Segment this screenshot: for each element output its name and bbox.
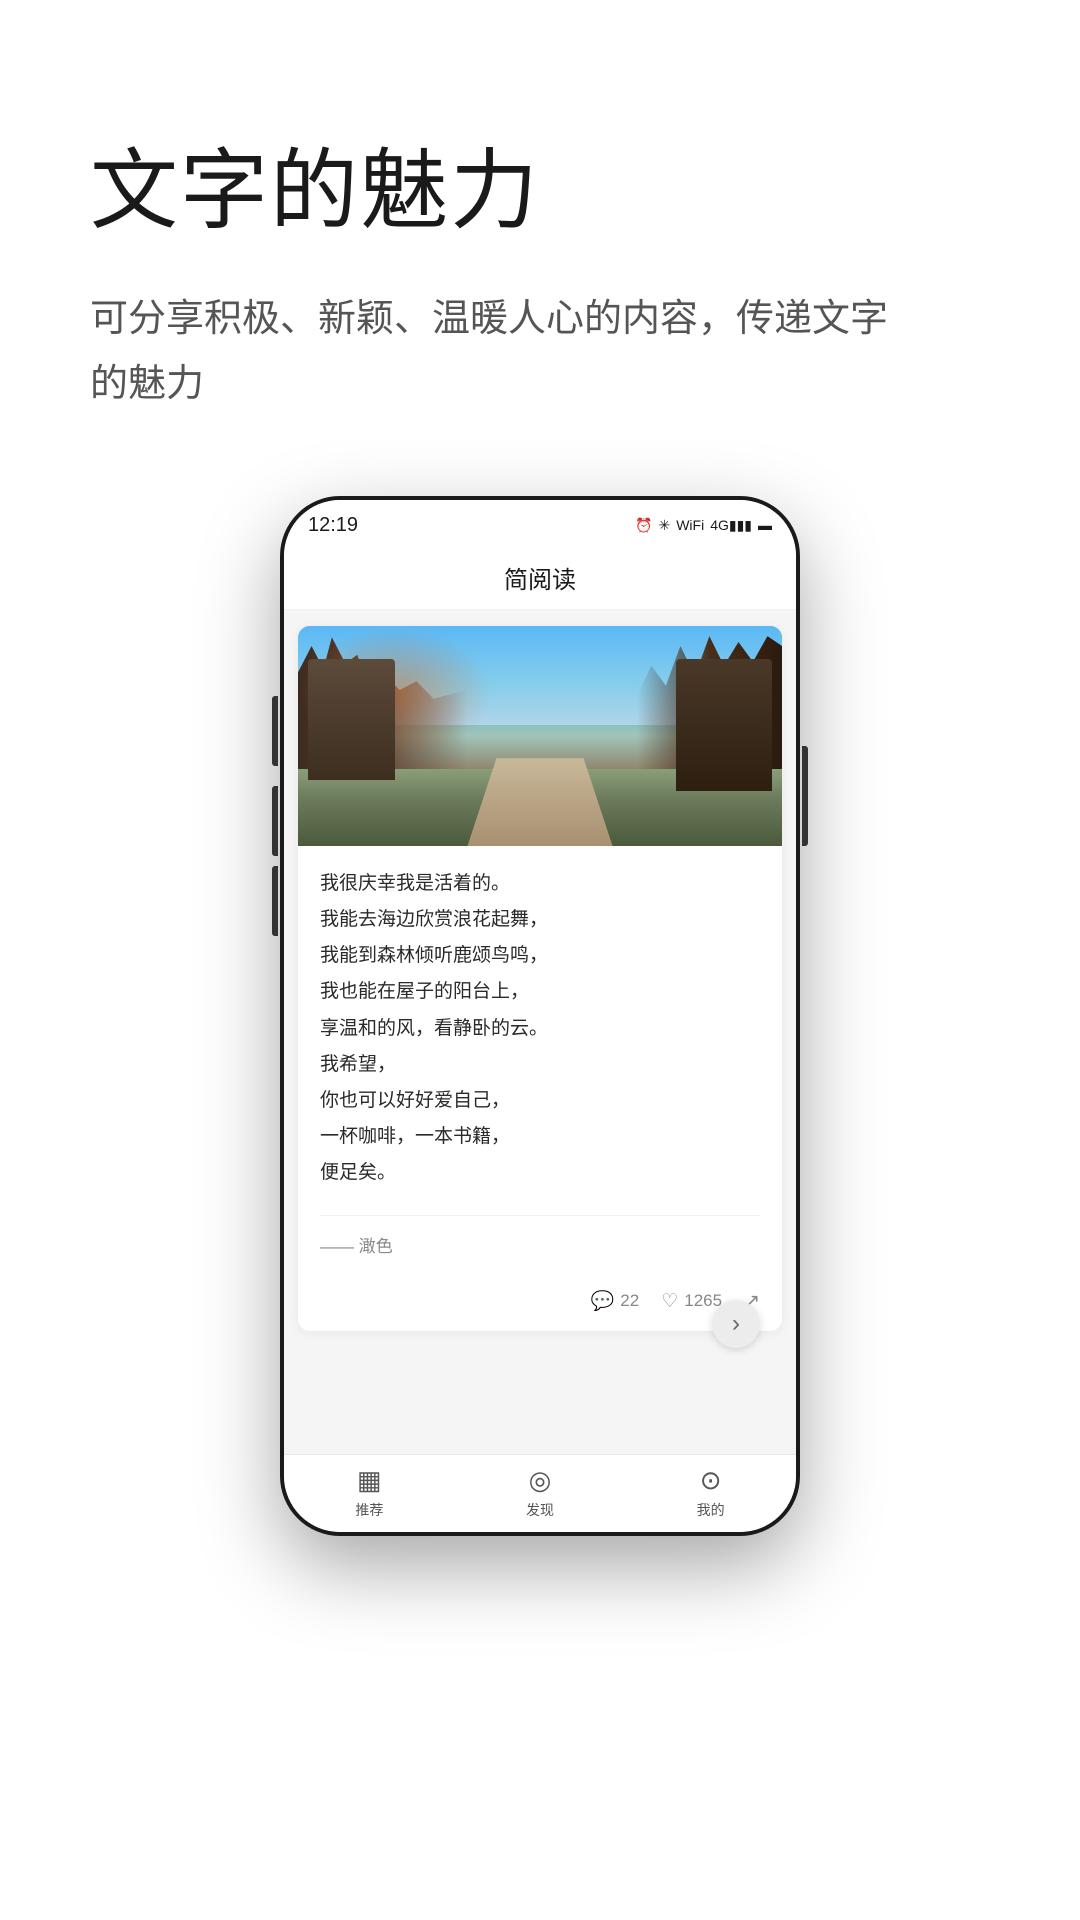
alarm-icon: ⏰ <box>635 517 652 534</box>
article-footer: 💬 22 ♡ 1265 ↗ <box>298 1277 782 1331</box>
app-header: 简阅读 <box>284 550 796 610</box>
comment-count: 22 <box>620 1291 639 1311</box>
status-icons: ⏰ ✳ WiFi 4G▮▮▮ ▬ <box>635 517 772 534</box>
nav-profile[interactable]: ⊙ 我的 <box>625 1465 796 1520</box>
phone-screen: 12:19 ⏰ ✳ WiFi 4G▮▮▮ ▬ 简阅读 <box>284 500 796 1532</box>
hero-subtitle: 可分享积极、新颖、温暖人心的内容，传递文字的魅力 <box>90 287 910 416</box>
comment-action[interactable]: 💬 22 <box>591 1289 640 1313</box>
like-action[interactable]: ♡ 1265 <box>661 1290 722 1313</box>
battery-icon: ▬ <box>758 517 772 533</box>
bluetooth-icon: ✳ <box>658 517 670 534</box>
text-line-5: 享温和的风，看静卧的云。 <box>320 1011 760 1047</box>
recommend-icon: ▦ <box>357 1465 382 1496</box>
status-time: 12:19 <box>308 514 358 537</box>
comment-icon: 💬 <box>591 1289 615 1313</box>
article-author: —— 澉色 <box>320 1215 760 1257</box>
hero-section: 文字的魅力 可分享积极、新颖、温暖人心的内容，传递文字的魅力 <box>0 0 1080 476</box>
text-line-9: 便足矣。 <box>320 1155 760 1191</box>
text-line-4: 我也能在屋子的阳台上， <box>320 974 760 1010</box>
page-container: 文字的魅力 可分享积极、新颖、温暖人心的内容，传递文字的魅力 12:19 ⏰ ✳… <box>0 0 1080 1920</box>
app-content[interactable]: 我很庆幸我是活着的。 我能去海边欣赏浪花起舞， 我能到森林倾听鹿颂鸟鸣， 我也能… <box>284 610 796 1410</box>
status-bar: 12:19 ⏰ ✳ WiFi 4G▮▮▮ ▬ <box>284 500 796 550</box>
article-image <box>298 626 782 846</box>
profile-icon: ⊙ <box>700 1465 722 1496</box>
discover-icon: ◎ <box>529 1465 552 1496</box>
article-text: 我很庆幸我是活着的。 我能去海边欣赏浪花起舞， 我能到森林倾听鹿颂鸟鸣， 我也能… <box>320 866 760 1191</box>
text-line-7: 你也可以好好爱自己， <box>320 1083 760 1119</box>
text-line-6: 我希望， <box>320 1047 760 1083</box>
text-line-2: 我能去海边欣赏浪花起舞， <box>320 902 760 938</box>
nav-discover[interactable]: ◎ 发现 <box>455 1465 626 1520</box>
text-line-1: 我很庆幸我是活着的。 <box>320 866 760 902</box>
nav-discover-label: 发现 <box>526 1500 554 1520</box>
wifi-icon: WiFi <box>676 517 704 533</box>
phone-mockup: 12:19 ⏰ ✳ WiFi 4G▮▮▮ ▬ 简阅读 <box>280 496 800 1536</box>
text-line-3: 我能到森林倾听鹿颂鸟鸣， <box>320 938 760 974</box>
next-button[interactable]: › <box>712 1300 760 1348</box>
phone-wrapper: 12:19 ⏰ ✳ WiFi 4G▮▮▮ ▬ 简阅读 <box>0 476 1080 1920</box>
text-line-8: 一杯咖啡，一本书籍， <box>320 1119 760 1155</box>
hero-title: 文字的魅力 <box>90 120 990 247</box>
nav-recommend-label: 推荐 <box>355 1500 383 1520</box>
bottom-nav: ▦ 推荐 ◎ 发现 ⊙ 我的 <box>284 1454 796 1532</box>
nav-recommend[interactable]: ▦ 推荐 <box>284 1465 455 1520</box>
article-card[interactable]: 我很庆幸我是活着的。 我能去海边欣赏浪花起舞， 我能到森林倾听鹿颂鸟鸣， 我也能… <box>298 626 782 1331</box>
nav-profile-label: 我的 <box>697 1500 725 1520</box>
app-title: 简阅读 <box>504 567 576 594</box>
signal-icon: 4G▮▮▮ <box>710 517 752 534</box>
article-body: 我很庆幸我是活着的。 我能去海边欣赏浪花起舞， 我能到森林倾听鹿颂鸟鸣， 我也能… <box>298 846 782 1277</box>
like-icon: ♡ <box>661 1290 678 1313</box>
